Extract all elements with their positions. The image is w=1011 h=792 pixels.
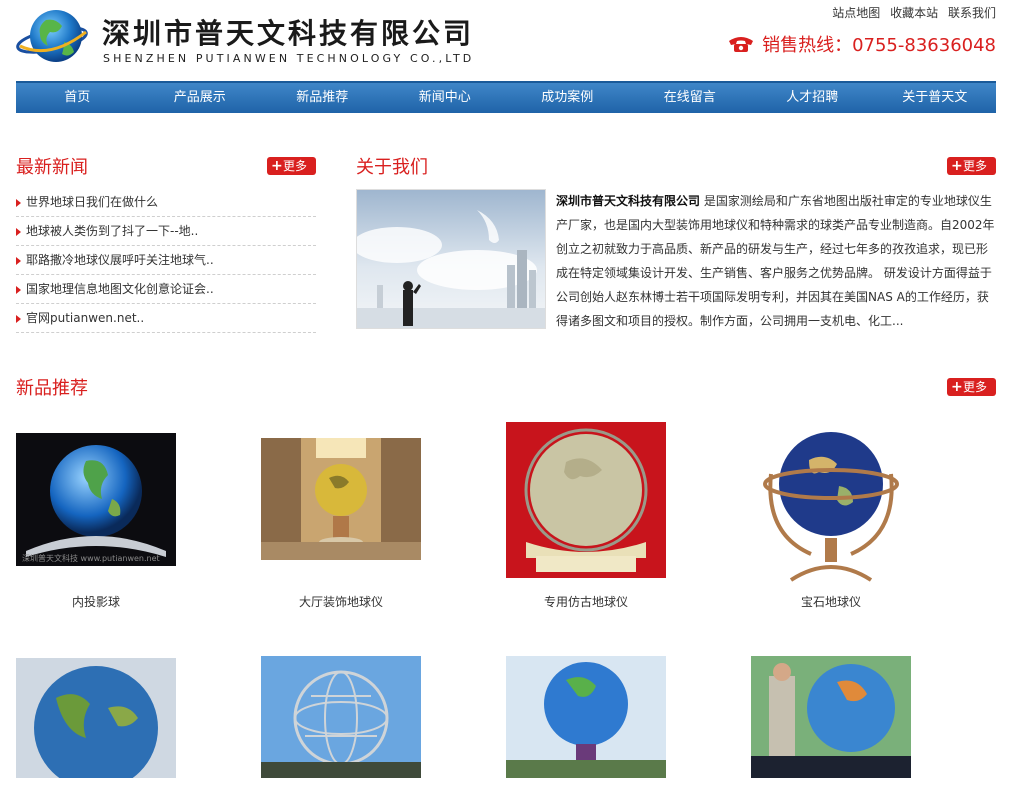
watermark: 深圳普天文科技 www.putianwen.net [22, 553, 160, 563]
plus-icon: + [951, 158, 963, 174]
news-item[interactable]: 世界地球日我们在做什么 [16, 188, 316, 217]
news-item-title: 国家地理信息地图文化创意论证会.. [26, 282, 214, 296]
sitemap-link[interactable]: 站点地图 [832, 6, 880, 20]
product-image-projection-globe[interactable]: 深圳普天文科技 www.putianwen.net [16, 433, 176, 566]
products-more-label: 更多 [963, 380, 988, 394]
phone-icon [729, 37, 754, 52]
logo-globe-icon[interactable] [16, 6, 88, 70]
contact-link[interactable]: 联系我们 [948, 6, 996, 20]
product-image-lobby-globe[interactable] [261, 438, 421, 560]
plus-icon: + [951, 379, 963, 395]
about-text: 深圳市普天文科技有限公司 是国家测绘局和广东省地图出版社审定的专业地球仪生产厂家… [556, 189, 996, 333]
bookmark-link[interactable]: 收藏本站 [890, 6, 938, 20]
sales-hotline: 销售热线：0755-83636048 [728, 31, 996, 57]
product-image-gemstone-globe[interactable] [751, 414, 911, 585]
about-company-name: 深圳市普天文科技有限公司 [556, 194, 701, 208]
product-image-outdoor-globe[interactable] [506, 656, 666, 778]
bullet-arrow-icon [16, 256, 21, 265]
news-item-title: 官网putianwen.net.. [26, 311, 145, 325]
main-nav: 首页 产品展示 新品推荐 新闻中心 成功案例 在线留言 人才招聘 关于普天文 [16, 81, 996, 113]
product-image-large-globe[interactable] [16, 658, 176, 778]
news-item[interactable]: 地球被人类伤到了抖了一下--地.. [16, 217, 316, 246]
site-header: 深圳市普天文科技有限公司 SHENZHEN PUTIANWEN TECHNOLO… [0, 0, 1011, 80]
product-name[interactable]: 内投影球 [16, 593, 176, 610]
product-image-exhibit-globe[interactable] [751, 656, 911, 778]
nav-about[interactable]: 关于普天文 [874, 83, 997, 113]
about-section-title: 关于我们 [356, 157, 428, 178]
nav-cases[interactable]: 成功案例 [506, 83, 629, 113]
plus-icon: + [271, 158, 283, 174]
company-name-cn: 深圳市普天文科技有限公司 [102, 17, 475, 50]
news-item[interactable]: 耶路撒冷地球仪展呼吁关注地球气.. [16, 246, 316, 275]
news-section-title: 最新新闻 [16, 157, 88, 178]
products-section-title: 新品推荐 [16, 378, 88, 399]
nav-news[interactable]: 新闻中心 [384, 83, 507, 113]
product-name[interactable]: 大厅装饰地球仪 [261, 593, 421, 610]
bullet-arrow-icon [16, 227, 21, 236]
nav-new-products[interactable]: 新品推荐 [261, 83, 384, 113]
nav-jobs[interactable]: 人才招聘 [751, 83, 874, 113]
about-more-label: 更多 [963, 159, 988, 173]
product-image-steel-globe[interactable] [261, 656, 421, 778]
about-image [356, 189, 546, 329]
nav-home[interactable]: 首页 [16, 83, 139, 113]
news-list: 世界地球日我们在做什么 地球被人类伤到了抖了一下--地.. 耶路撒冷地球仪展呼吁… [16, 188, 316, 333]
products-more-button[interactable]: +更多 [947, 378, 996, 396]
product-name[interactable]: 专用仿古地球仪 [506, 593, 666, 610]
about-description: 是国家测绘局和广东省地图出版社审定的专业地球仪生产厂家，也是国内大型装饰用地球仪… [556, 194, 995, 328]
nav-message[interactable]: 在线留言 [629, 83, 752, 113]
news-item-title: 地球被人类伤到了抖了一下--地.. [26, 224, 199, 238]
bullet-arrow-icon [16, 198, 21, 207]
nav-products[interactable]: 产品展示 [139, 83, 262, 113]
news-item[interactable]: 官网putianwen.net.. [16, 304, 316, 333]
news-more-label: 更多 [283, 159, 308, 173]
news-item-title: 耶路撒冷地球仪展呼吁关注地球气.. [26, 253, 214, 267]
product-name[interactable]: 宝石地球仪 [751, 593, 911, 610]
bullet-arrow-icon [16, 285, 21, 294]
bullet-arrow-icon [16, 314, 21, 323]
hotline-text: 销售热线：0755-83636048 [762, 35, 996, 56]
company-name-en: SHENZHEN PUTIANWEN TECHNOLOGY CO.,LTD [103, 52, 475, 65]
news-item[interactable]: 国家地理信息地图文化创意论证会.. [16, 275, 316, 304]
product-image-antique-globe[interactable] [506, 422, 666, 578]
news-item-title: 世界地球日我们在做什么 [26, 195, 159, 209]
news-more-button[interactable]: +更多 [267, 157, 316, 175]
about-more-button[interactable]: +更多 [947, 157, 996, 175]
top-links: 站点地图 收藏本站 联系我们 [826, 4, 996, 21]
